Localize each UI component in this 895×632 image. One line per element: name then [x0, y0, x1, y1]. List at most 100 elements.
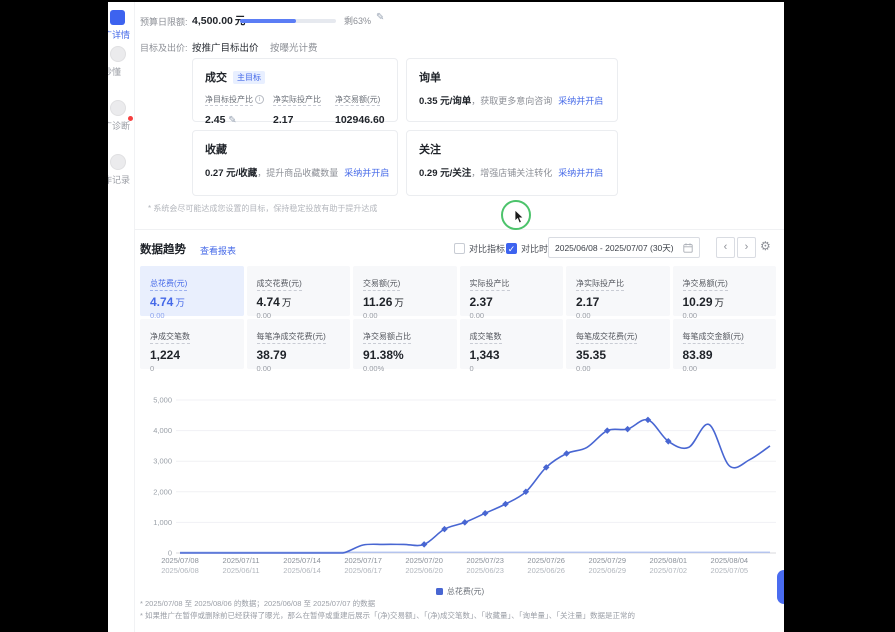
follow-adopt-link[interactable]: 采纳并开启	[558, 168, 603, 178]
data-point-marker	[645, 417, 652, 424]
x-tick-label-compare: 2025/06/11	[223, 566, 260, 575]
x-tick-label-compare: 2025/06/17	[344, 566, 382, 575]
goal-card-inquiry-desc: 0.35 元/询单，获取更多意向咨询采纳并开启	[419, 93, 603, 107]
date-next-button[interactable]: ›	[737, 237, 756, 258]
metric-card-9[interactable]: 成交笔数1,3430	[460, 319, 564, 369]
legend-marker	[436, 588, 443, 595]
metric-card-label: 净实际投产比	[576, 278, 624, 291]
section-divider	[108, 229, 784, 230]
side-toolbar-item-1[interactable]: 秒懂	[108, 46, 148, 75]
metric-card-2[interactable]: 交易额(元)11.26万0.00	[353, 266, 457, 316]
side-toolbar-item-0[interactable]: 广详情	[108, 10, 148, 38]
x-tick-label-primary: 2025/07/20	[405, 556, 443, 565]
metric-card-label: 净交易额占比	[363, 331, 411, 344]
metric-card-value: 35.35	[576, 348, 660, 362]
deal-metric-value: 102946.60	[335, 114, 385, 126]
data-point-marker	[482, 510, 489, 517]
favorite-adopt-link[interactable]: 采纳并开启	[344, 168, 389, 178]
metric-card-11[interactable]: 每笔成交金额(元)83.890.00	[673, 319, 777, 369]
settings-gear-icon[interactable]: ⚙	[760, 239, 771, 253]
primary-goal-badge: 主目标	[233, 71, 265, 84]
budget-progress-bar	[240, 19, 336, 23]
y-tick-label: 2,000	[153, 487, 172, 496]
goal-card-deal: 成交主目标 净目标投产比i2.45 ✎净实际投产比2.17净交易额(元)1029…	[192, 58, 398, 122]
goal-card-inquiry-title: 询单	[419, 69, 441, 85]
y-tick-label: 3,000	[153, 457, 172, 466]
metric-card-label: 总花费(元)	[150, 278, 187, 291]
x-tick-label-primary: 2025/07/23	[466, 556, 504, 565]
x-tick-label-primary: 2025/07/11	[223, 556, 260, 565]
x-tick-label-primary: 2025/07/08	[161, 556, 199, 565]
metric-card-subvalue: 0.00	[257, 364, 341, 373]
side-toolbar: 广详情秒懂广诊断作记录	[108, 2, 135, 632]
goal-note: * 系统会尽可能达成您设置的目标，保持稳定投放有助于提升达成	[148, 203, 377, 214]
side-toolbar-item-label: 广详情	[108, 28, 143, 41]
data-point-marker	[421, 541, 428, 548]
metric-card-label: 净交易额(元)	[683, 278, 728, 291]
compare-metric-checkbox-group[interactable]: 对比指标	[454, 242, 505, 255]
favorite-price: 0.27 元/收藏	[205, 168, 257, 179]
metric-card-6[interactable]: 净成交笔数1,2240	[140, 319, 244, 369]
metric-card-3[interactable]: 实际投产比2.370.00	[460, 266, 564, 316]
inquiry-adopt-link[interactable]: 采纳并开启	[558, 96, 603, 106]
metric-card-value: 10.29万	[683, 295, 767, 309]
x-tick-label-compare: 2025/06/14	[283, 566, 321, 575]
trend-section-title: 数据趋势	[140, 241, 186, 257]
metric-card-subvalue: 0	[150, 364, 234, 373]
side-toolbar-item-label: 广诊断	[108, 119, 143, 132]
metric-card-value: 91.38%	[363, 348, 447, 362]
side-toolbar-item-2[interactable]: 广诊断	[108, 100, 148, 129]
goal-card-favorite: 收藏 0.27 元/收藏，提升商品收藏数量采纳并开启	[192, 130, 398, 196]
main-panel: 广详情秒懂广诊断作记录 预算日限额: 4,500.00元 剩63% ✎ 目标及出…	[108, 2, 784, 632]
date-range-input[interactable]: 2025/06/08 - 2025/07/07 (30天)	[548, 237, 700, 258]
toolbar-circle-icon	[110, 154, 126, 170]
deal-metric-label: 净目标投产比	[205, 95, 253, 106]
metric-card-label: 实际投产比	[470, 278, 510, 291]
side-toolbar-item-label: 秒懂	[108, 65, 143, 78]
budget-edit-icon[interactable]: ✎	[376, 12, 384, 23]
info-icon[interactable]: i	[255, 95, 264, 104]
metric-card-7[interactable]: 每笔净成交花费(元)38.790.00	[247, 319, 351, 369]
metric-card-4[interactable]: 净实际投产比2.170.00	[566, 266, 670, 316]
favorite-desc-text: ，提升商品收藏数量	[257, 168, 338, 178]
date-prev-button[interactable]: ‹	[716, 237, 735, 258]
deal-metric-1: 净实际投产比2.17	[273, 89, 321, 126]
compare-metric-checkbox[interactable]	[454, 243, 465, 254]
floating-side-pill-button[interactable]	[777, 570, 784, 604]
compare-metric-label: 对比指标	[469, 242, 505, 255]
goal-card-follow: 关注 0.29 元/关注，增强店铺关注转化采纳并开启	[406, 130, 618, 196]
footnote-2: * 如果推广在暂停或删除前已经获得了曝光，那么在暂停或重建后展示「(净)交易额」…	[140, 610, 635, 621]
tab-bid-by-impression[interactable]: 按曝光计费	[270, 40, 318, 54]
calendar-icon	[683, 243, 693, 253]
x-tick-label-primary: 2025/07/17	[344, 556, 382, 565]
x-tick-label-compare: 2025/07/02	[650, 566, 688, 575]
metric-card-value: 38.79	[257, 348, 341, 362]
x-tick-label-compare: 2025/06/26	[527, 566, 565, 575]
metric-card-label: 每笔成交金额(元)	[683, 331, 744, 344]
metric-card-0[interactable]: 总花费(元)4.74万0.00	[140, 266, 244, 316]
metric-card-5[interactable]: 净交易额(元)10.29万0.00	[673, 266, 777, 316]
x-tick-label-compare: 2025/06/29	[588, 566, 626, 575]
metric-card-label: 每笔净成交花费(元)	[257, 331, 326, 344]
metric-card-10[interactable]: 每笔成交花费(元)35.350.00	[566, 319, 670, 369]
toolbar-circle-icon	[110, 46, 126, 62]
follow-price: 0.29 元/关注	[419, 168, 471, 179]
metric-card-subvalue: 0	[470, 364, 554, 373]
view-report-link[interactable]: 查看报表	[200, 244, 236, 257]
tab-bid-by-goal[interactable]: 按推广目标出价	[192, 40, 259, 54]
side-toolbar-item-3[interactable]: 作记录	[108, 154, 148, 183]
metric-card-1[interactable]: 成交花费(元)4.74万0.00	[247, 266, 351, 316]
compare-time-checkbox[interactable]: ✓	[506, 243, 517, 254]
data-point-marker	[624, 426, 631, 433]
x-tick-label-compare: 2025/06/23	[466, 566, 504, 575]
metric-card-value: 1,224	[150, 348, 234, 362]
metric-card-value: 4.74万	[257, 295, 341, 309]
goal-card-deal-title-text: 成交	[205, 72, 227, 84]
edit-pencil-icon[interactable]: ✎	[225, 115, 236, 126]
follow-desc-text: ，增强店铺关注转化	[471, 168, 552, 178]
metric-card-8[interactable]: 净交易额占比91.38%0.00%	[353, 319, 457, 369]
budget-value: 4,500.00元	[192, 13, 245, 28]
metric-card-label: 交易额(元)	[363, 278, 400, 291]
goal-card-favorite-title: 收藏	[205, 141, 227, 157]
metric-card-value: 83.89	[683, 348, 767, 362]
